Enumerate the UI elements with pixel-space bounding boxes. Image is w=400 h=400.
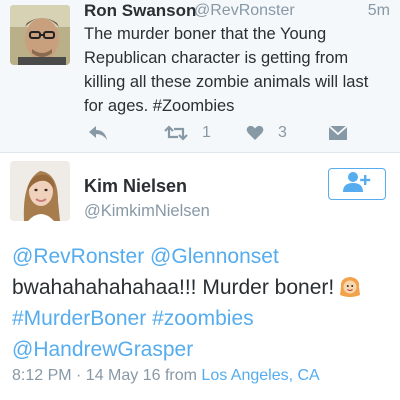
follow-user-icon xyxy=(342,171,372,198)
heart-icon xyxy=(246,125,264,141)
retweet-button[interactable]: 1 xyxy=(164,120,211,146)
divider xyxy=(0,152,400,153)
like-button[interactable]: 3 xyxy=(246,120,287,146)
tweet-meta: 8:12 PM · 14 May 16 from Los Angeles, CA xyxy=(12,367,320,385)
retweet-icon xyxy=(164,125,188,141)
tweet-actions: 1 3 xyxy=(84,120,384,146)
face-emoji-icon xyxy=(338,275,362,299)
author-handle[interactable]: @RevRonster xyxy=(194,2,295,20)
tweet-body-text: bwahahahahahaa!!! Murder boner! xyxy=(12,276,335,299)
mention-link[interactable]: @HandrewGrasper xyxy=(12,338,193,361)
avatar[interactable] xyxy=(10,161,70,221)
author-handle[interactable]: @KimkimNielsen xyxy=(84,202,210,221)
mention-link[interactable]: @RevRonster xyxy=(12,245,144,268)
retweet-count: 1 xyxy=(202,124,211,141)
hashtag-link[interactable]: #zoombies xyxy=(152,307,254,330)
hashtag-link[interactable]: #MurderBoner xyxy=(12,307,146,330)
like-count: 3 xyxy=(278,124,287,141)
avatar[interactable] xyxy=(10,5,70,65)
tweet-text: @RevRonster @Glennonset bwahahahahahaa!!… xyxy=(12,241,392,365)
location-link[interactable]: Los Angeles, CA xyxy=(201,367,319,384)
tweet-timestamp: 8:12 PM · 14 May 16 xyxy=(12,367,161,384)
author-name[interactable]: Kim Nielsen xyxy=(84,176,187,197)
reply-icon xyxy=(88,125,108,141)
reply-button[interactable] xyxy=(88,120,108,146)
reply-header: Ron Swanson @RevRonster 5m xyxy=(84,0,390,22)
direct-message-button[interactable] xyxy=(328,120,348,146)
timestamp: 5m xyxy=(367,2,390,19)
follow-button[interactable] xyxy=(328,168,386,200)
author-name[interactable]: Ron Swanson xyxy=(84,1,196,21)
tweet-text: The murder boner that the Young Republic… xyxy=(84,25,369,115)
from-label: from xyxy=(164,367,197,384)
mention-link[interactable]: @Glennonset xyxy=(150,245,279,268)
direct-message-icon xyxy=(328,125,348,141)
reply-tweet[interactable]: Ron Swanson @RevRonster 5m The murder bo… xyxy=(0,0,400,152)
